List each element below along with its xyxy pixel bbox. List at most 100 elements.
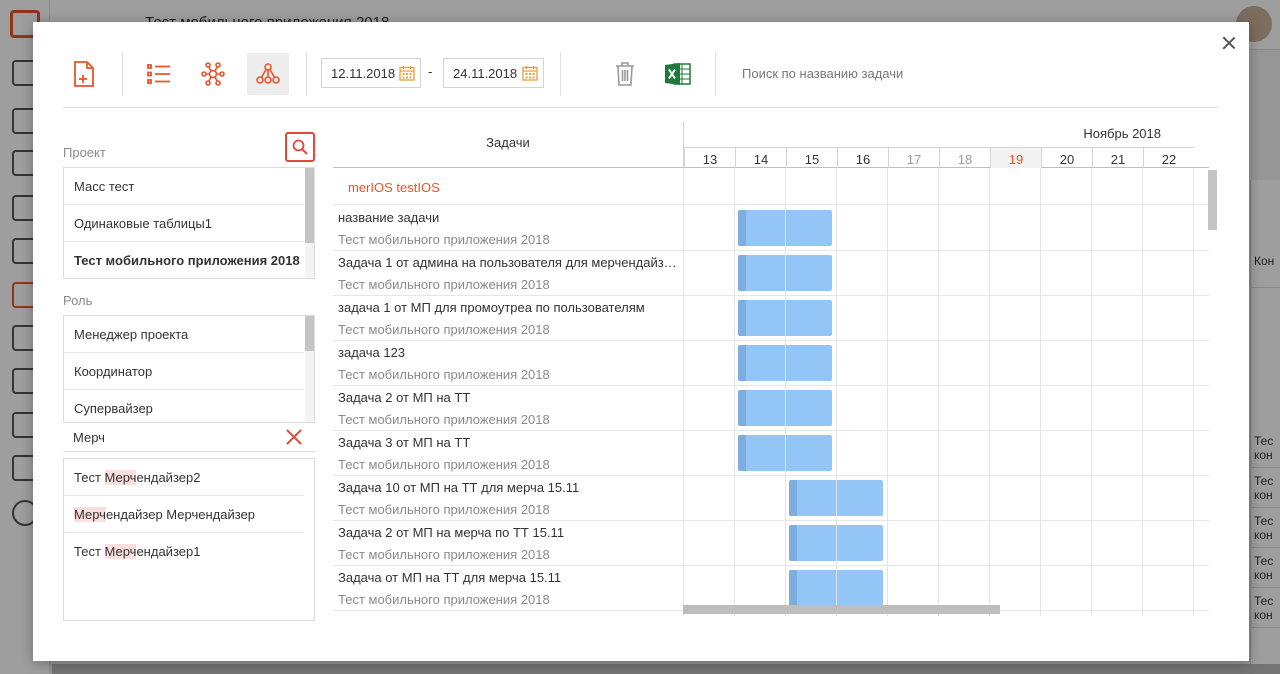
list-item[interactable]: Супервайзер (64, 390, 304, 422)
task-cell: Задача 10 от МП на ТТ для мерча 15.11 Тес… (338, 480, 680, 517)
gantt-horizontal-scrollbar[interactable] (683, 605, 1000, 614)
gantt-vertical-scrollbar[interactable] (1208, 170, 1217, 230)
list-item[interactable]: Координатор (64, 353, 304, 390)
task-title: Задача 2 от МП на ТТ (338, 390, 471, 405)
task-project: Тест мобильного приложения 2018 (338, 592, 550, 607)
day-header: 17 (888, 147, 939, 168)
task-cell: Задача 3 от МП на ТТ Тест мобильного прил… (338, 435, 680, 472)
search-icon (292, 139, 308, 155)
task-row[interactable]: название задачи Тест мобильного приложени… (333, 206, 1209, 251)
task-project: Тест мобильного приложения 2018 (338, 232, 550, 247)
task-cell: Задача 2 от МП на мерча по ТТ 15.11 Тест … (338, 525, 680, 562)
calendar-icon[interactable] (399, 65, 415, 81)
task-bar[interactable] (738, 300, 832, 336)
task-bar[interactable] (789, 525, 883, 561)
day-header: 16 (837, 147, 888, 168)
timeline-header: Ноябрь 2018 13 14 15 16 17 18 19 20 21 22 (683, 122, 1209, 168)
task-row[interactable]: Задача 3 от МП на ТТ Тест мобильного прил… (333, 431, 1209, 476)
task-cell: Задача от МП на ТТ для мерча 15.11 Тест м… (338, 570, 680, 607)
task-title: Задача 3 от МП на ТТ (338, 435, 471, 450)
task-cell: Задача 1 от админа на пользователя для м… (338, 255, 680, 292)
task-row[interactable]: Задача 10 от МП на ТТ для мерча 15.11 Тес… (333, 476, 1209, 521)
task-title: Задача от МП на ТТ для мерча 15.11 (338, 570, 562, 585)
date-to-input[interactable]: 24.11.2018 (443, 58, 544, 88)
hierarchy-view-button[interactable] (247, 53, 289, 95)
task-cell: название задачи Тест мобильного приложени… (338, 210, 680, 247)
task-bar[interactable] (789, 480, 883, 516)
date-separator: - (428, 64, 433, 79)
date-to-value: 24.11.2018 (453, 66, 518, 81)
list-item[interactable]: Тест Мерчендайзер2 (64, 459, 304, 496)
role-label: Роль (63, 293, 93, 308)
task-project: Тест мобильного приложения 2018 (338, 367, 550, 382)
scrollbar[interactable] (305, 316, 314, 422)
project-row[interactable]: merIOS testIOS (333, 169, 1209, 205)
day-header: 15 (786, 147, 837, 168)
list-item[interactable]: Одинаковые таблицы1 (64, 205, 304, 242)
project-list: Масс тест Одинаковые таблицы1 Тест мобил… (63, 167, 315, 279)
task-bar[interactable] (738, 435, 832, 471)
task-project: Тест мобильного приложения 2018 (338, 547, 550, 562)
task-row[interactable]: Задача 2 от МП на мерча по ТТ 15.11 Тест … (333, 521, 1209, 566)
role-list: Менеджер проекта Координатор Супервайзер (63, 315, 315, 423)
list-item[interactable]: Тест мобильного приложения 2018 (64, 242, 304, 278)
export-excel-button[interactable] (657, 53, 699, 95)
day-header: 20 (1041, 147, 1092, 168)
network-icon (201, 62, 225, 86)
task-bar[interactable] (738, 210, 832, 246)
list-item[interactable]: Масс тест (64, 168, 304, 205)
date-from-input[interactable]: 12.11.2018 (321, 58, 421, 88)
task-project: Тест мобильного приложения 2018 (338, 412, 550, 427)
tasks-column-header: Задачи (333, 122, 683, 168)
task-title: задача 1 от МП для промоутреа по пользов… (338, 300, 645, 315)
task-cell: Задача 2 от МП на ТТ Тест мобильного прил… (338, 390, 680, 427)
task-project: Тест мобильного приложения 2018 (338, 457, 550, 472)
add-file-icon (74, 61, 94, 87)
task-search-input[interactable]: Поиск по названию задачи (742, 66, 903, 81)
task-title: Задача 10 от МП на ТТ для мерча 15.11 (338, 480, 580, 495)
task-row[interactable]: Задача 2 от МП на ТТ Тест мобильного прил… (333, 386, 1209, 431)
task-bar[interactable] (789, 570, 883, 606)
gantt-chart: Задачи Ноябрь 2018 13 14 15 16 17 18 19 20 21 22 … (333, 122, 1209, 616)
day-header: 13 (684, 147, 735, 168)
add-task-button[interactable] (63, 53, 105, 95)
list-item[interactable]: Менеджер проекта (64, 316, 304, 353)
excel-icon (665, 63, 691, 85)
list-item[interactable]: Тест Мерчендайзер1 (64, 533, 304, 570)
list-view-button[interactable] (138, 53, 180, 95)
user-filter-input[interactable]: Мерч (63, 426, 315, 452)
list-icon (147, 64, 170, 84)
day-header: 18 (939, 147, 990, 168)
task-cell: задача 1 от МП для промоутреа по пользов… (338, 300, 680, 337)
gantt-modal: 12.11.2018 - 24.11.2018 Поиск по названи… (33, 22, 1249, 661)
user-filter-value: Мерч (73, 430, 105, 445)
month-label: Ноябрь 2018 (1083, 126, 1161, 141)
toolbar: 12.11.2018 - 24.11.2018 Поиск по названи… (63, 52, 1219, 108)
hierarchy-icon (256, 63, 280, 84)
delete-button[interactable] (604, 53, 646, 95)
task-project: Тест мобильного приложения 2018 (338, 502, 550, 517)
task-project: Тест мобильного приложения 2018 (338, 277, 550, 292)
list-item[interactable]: Мерчендайзер Мерчендайзер (64, 496, 304, 533)
user-list: Тест Мерчендайзер2 Мерчендайзер Мерченда… (63, 458, 315, 621)
trash-icon (616, 62, 634, 86)
clear-filter-icon[interactable] (285, 428, 303, 446)
close-icon[interactable] (1220, 34, 1238, 52)
task-bar[interactable] (738, 390, 832, 426)
day-header: 21 (1092, 147, 1143, 168)
task-title: задача 123 (338, 345, 406, 360)
filter-search-button[interactable] (285, 132, 315, 162)
task-title: Задача 2 от МП на мерча по ТТ 15.11 (338, 525, 565, 540)
task-row[interactable]: задача 123 Тест мобильного приложения 201… (333, 341, 1209, 386)
day-header: 14 (735, 147, 786, 168)
task-title: Задача 1 от админа на пользователя для м… (338, 255, 680, 270)
calendar-icon[interactable] (522, 65, 538, 81)
task-row[interactable]: задача 1 от МП для промоутреа по пользов… (333, 296, 1209, 341)
day-header: 19 (990, 147, 1041, 168)
project-label: Проект (63, 145, 106, 160)
network-view-button[interactable] (192, 53, 234, 95)
scrollbar[interactable] (305, 168, 314, 278)
task-bar[interactable] (738, 255, 832, 291)
task-row[interactable]: Задача 1 от админа на пользователя для м… (333, 251, 1209, 296)
task-bar[interactable] (738, 345, 832, 381)
